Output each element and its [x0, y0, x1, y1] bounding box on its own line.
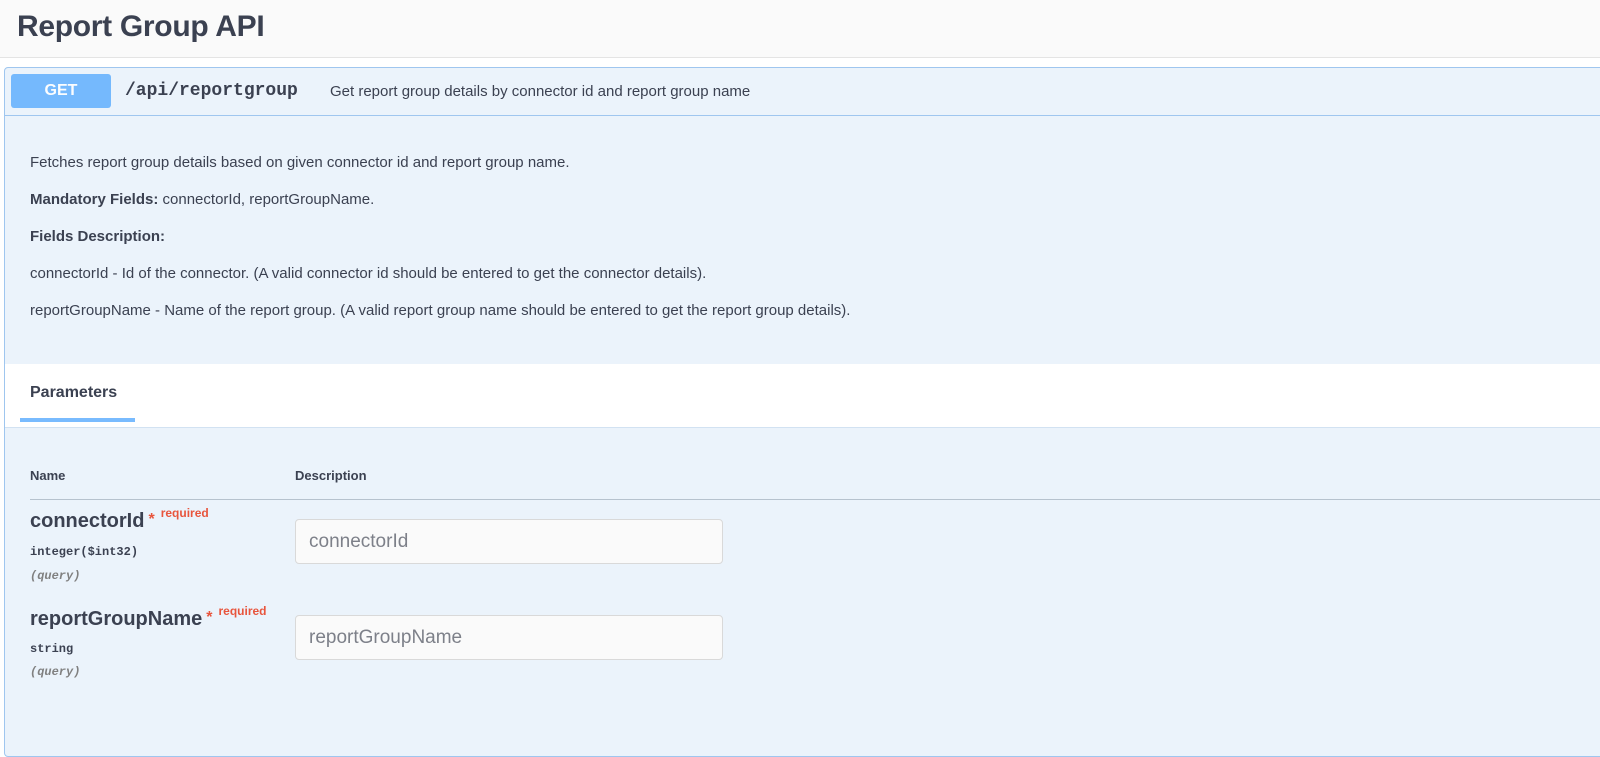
method-badge[interactable]: GET: [11, 74, 111, 108]
field-description-reportgroupname: reportGroupName - Name of the report gro…: [30, 302, 851, 319]
mandatory-fields-value: connectorId, reportGroupName.: [158, 191, 375, 208]
param-type-reportgroupname: string: [30, 642, 74, 656]
connectorid-input[interactable]: [295, 519, 723, 564]
required-star: *: [206, 609, 213, 626]
param-type-connectorid: integer($int32): [30, 545, 139, 559]
field-description-connectorid: connectorId - Id of the connector. (A va…: [30, 265, 707, 282]
param-location-connectorid: (query): [30, 569, 81, 583]
required-label: required: [218, 604, 267, 618]
operation-summary[interactable]: GET /api/reportgroup Get report group de…: [5, 68, 1600, 116]
column-divider: [30, 499, 1600, 500]
tab-parameters-label: Parameters: [30, 384, 118, 401]
operation-path[interactable]: /api/reportgroup: [125, 81, 298, 101]
page-title: Report Group API: [17, 10, 265, 43]
operation-summary-text[interactable]: Get report group details by connector id…: [330, 83, 750, 100]
fields-description-label: Fields Description:: [30, 228, 166, 245]
tab-active-indicator: [20, 418, 135, 422]
required-star: *: [148, 511, 155, 528]
column-header-name: Name: [30, 468, 66, 483]
required-label: required: [160, 506, 209, 520]
description-intro: Fetches report group details based on gi…: [30, 154, 570, 171]
column-header-description: Description: [295, 468, 367, 483]
param-name-connectorid: connectorId * required: [30, 506, 209, 532]
page-header: Report Group API: [0, 0, 1600, 58]
mandatory-fields-line: Mandatory Fields: connectorId, reportGro…: [30, 191, 374, 208]
tab-parameters[interactable]: Parameters: [20, 364, 135, 424]
parameters-header: Parameters: [5, 364, 1600, 428]
param-name-reportgroupname: reportGroupName * required: [30, 604, 267, 630]
mandatory-fields-label: Mandatory Fields:: [30, 191, 159, 208]
operation-block: GET /api/reportgroup Get report group de…: [4, 67, 1600, 757]
param-location-reportgroupname: (query): [30, 665, 81, 679]
reportgroupname-input[interactable]: [295, 615, 723, 660]
